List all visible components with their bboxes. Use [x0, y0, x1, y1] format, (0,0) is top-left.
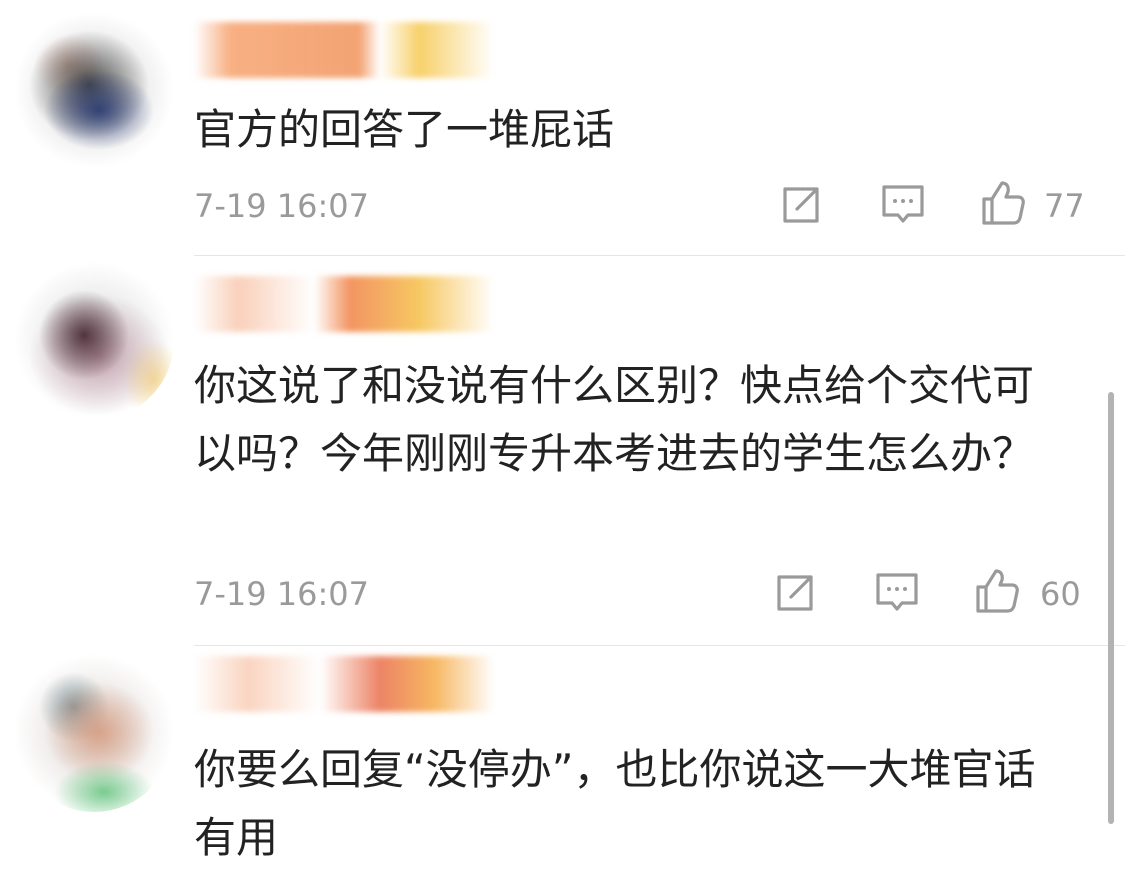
- avatar[interactable]: [14, 260, 174, 420]
- comment-text: 你这说了和没说有什么区别？快点给个交代可以吗？今年刚刚专升本考进去的学生怎么办？: [194, 361, 1035, 478]
- thumbs-up-icon: [976, 569, 1019, 613]
- username-redacted[interactable]: [194, 22, 494, 78]
- thumbs-up-icon: [982, 181, 1025, 225]
- comment-text: 官方的回答了一堆屁话: [194, 105, 615, 154]
- username-redacted[interactable]: [194, 276, 494, 332]
- comment-item: 你要么回复“没停办”，也比你说这一大堆官话有用: [0, 646, 1125, 874]
- comment-timestamp: 7-19 16:07: [194, 575, 370, 613]
- share-icon: [783, 187, 819, 223]
- share-icon: [777, 575, 813, 611]
- comment-item: 你这说了和没说有什么区别？快点给个交代可以吗？今年刚刚专升本考进去的学生怎么办？…: [0, 256, 1125, 645]
- comment-icon: [876, 573, 918, 611]
- like-button[interactable]: [974, 568, 1020, 614]
- like-button[interactable]: [980, 180, 1026, 226]
- scrollbar[interactable]: [1108, 392, 1114, 824]
- comment-feed: 官方的回答了一堆屁话 7-19 16:07 77 你这说了和没说有什么区别？快点…: [0, 0, 1125, 874]
- comment-text: 你要么回复“没停办”，也比你说这一大堆官话有用: [194, 745, 1036, 862]
- redaction-scribble: [194, 22, 494, 78]
- avatar[interactable]: [14, 652, 174, 812]
- share-button[interactable]: [778, 182, 824, 228]
- share-button[interactable]: [772, 570, 818, 616]
- redaction-scribble: [194, 276, 494, 332]
- username-redacted[interactable]: [194, 656, 494, 712]
- comment-button[interactable]: [880, 182, 926, 228]
- avatar[interactable]: [14, 10, 174, 170]
- comment-item: 官方的回答了一堆屁话 7-19 16:07 77: [0, 0, 1125, 255]
- comment-icon: [882, 185, 924, 223]
- comment-timestamp: 7-19 16:07: [194, 187, 370, 225]
- like-count: 77: [1044, 187, 1085, 225]
- like-count: 60: [1040, 575, 1081, 613]
- comment-button[interactable]: [874, 570, 920, 616]
- redaction-scribble: [194, 656, 494, 712]
